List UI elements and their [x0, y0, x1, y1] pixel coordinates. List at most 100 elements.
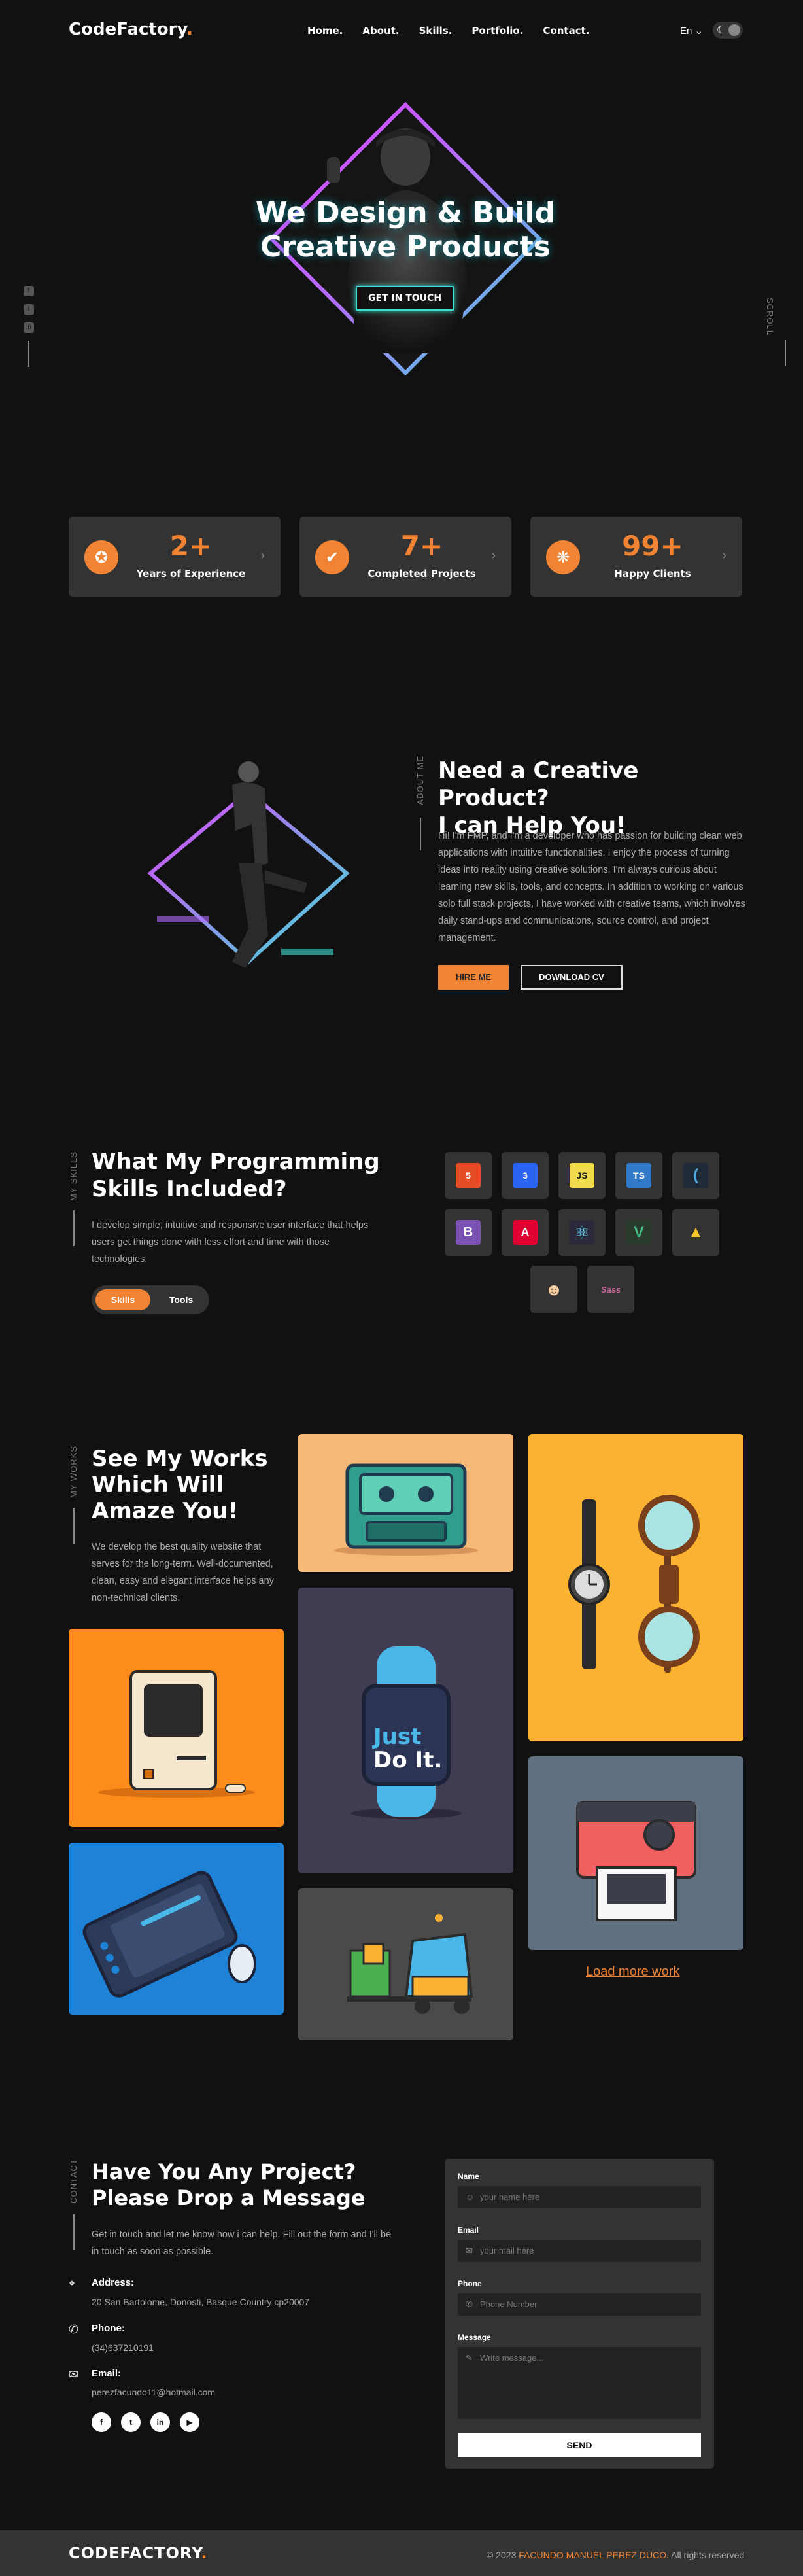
- works-title-line1: See My Works: [92, 1446, 268, 1472]
- bootstrap-icon: B: [456, 1220, 481, 1245]
- phone-value[interactable]: (34)637210191: [92, 2342, 154, 2353]
- footer-logo-dot: .: [201, 2544, 208, 2562]
- email-value[interactable]: perezfacundo11@hotmail.com: [92, 2387, 215, 2397]
- github-icon: ☻: [541, 1277, 566, 1302]
- watch-text-2: Do It.: [373, 1747, 443, 1773]
- name-input[interactable]: ☺ your name here: [458, 2186, 701, 2208]
- contact-side-line: [73, 2214, 75, 2250]
- facebook-icon[interactable]: f: [92, 2412, 111, 2432]
- work-card-cassette[interactable]: [298, 1434, 513, 1572]
- main-nav: Home. About. Skills. Portfolio. Contact.: [307, 25, 589, 37]
- footer-copyright: © 2023 FACUNDO MANUEL PEREZ DUCO. All ri…: [487, 2550, 744, 2560]
- hire-me-button[interactable]: HIRE ME: [438, 965, 509, 990]
- scroll-line: [785, 340, 786, 366]
- language-selector[interactable]: En ⌄: [680, 25, 703, 37]
- skill-firebase[interactable]: ▲: [672, 1209, 719, 1256]
- message-placeholder: Write message...: [480, 2353, 544, 2363]
- linkedin-icon[interactable]: in: [150, 2412, 170, 2432]
- about-portrait: [147, 761, 350, 968]
- work-card-smartwatch[interactable]: Just Do It.: [298, 1588, 513, 1873]
- typescript-icon: TS: [626, 1163, 651, 1188]
- contact-form: Name ☺ your name here Email ✉ your mail he…: [445, 2159, 714, 2469]
- skill-typescript[interactable]: TS: [615, 1152, 662, 1199]
- skill-vue[interactable]: V: [615, 1209, 662, 1256]
- work-card-computer[interactable]: [69, 1629, 284, 1827]
- angular-icon: A: [513, 1220, 538, 1245]
- trolley-illustration: [347, 1914, 473, 2014]
- phone-label: Phone:: [92, 2323, 125, 2334]
- linkedin-icon[interactable]: in: [24, 322, 34, 333]
- work-card-watch-glasses[interactable]: [528, 1434, 743, 1741]
- nav-contact[interactable]: Contact.: [543, 25, 589, 37]
- work-card-tablet[interactable]: [69, 1843, 284, 2015]
- work-card-trolley[interactable]: [298, 1888, 513, 2040]
- skill-html5[interactable]: 5: [445, 1152, 492, 1199]
- watch-text-1: Just: [373, 1724, 422, 1750]
- stat-label: Years of Experience: [136, 568, 246, 580]
- skill-bootstrap[interactable]: B: [445, 1209, 492, 1256]
- skills-description: I develop simple, intuitive and responsi…: [92, 1220, 369, 1264]
- message-textarea[interactable]: ✎ Write message...: [458, 2347, 701, 2419]
- contact-title-line2: Please Drop a Message: [92, 2185, 366, 2210]
- copyright-name[interactable]: FACUNDO MANUEL PEREZ DUCO.: [519, 2550, 669, 2560]
- work-card-camera[interactable]: [528, 1756, 743, 1950]
- works-description: We develop the best quality website that…: [92, 1542, 274, 1603]
- react-icon: ⚛: [570, 1220, 594, 1245]
- skill-css3[interactable]: 3: [502, 1152, 549, 1199]
- copyright-prefix: © 2023: [487, 2550, 517, 2560]
- about-side-label: ABOUT ME: [415, 756, 425, 805]
- email-label: Email:: [92, 2368, 122, 2379]
- copyright-suffix: All rights reserved: [671, 2550, 745, 2560]
- nav-skills[interactable]: Skills.: [419, 25, 453, 37]
- award-icon: ✪: [84, 540, 118, 574]
- download-cv-button[interactable]: DOWNLOAD CV: [521, 965, 623, 990]
- nav-portfolio[interactable]: Portfolio.: [471, 25, 523, 37]
- load-more-link[interactable]: Load more work: [586, 1964, 679, 1979]
- stat-card-experience[interactable]: ✪ 2+ Years of Experience ›: [69, 517, 281, 597]
- chevron-right-icon: ›: [260, 548, 265, 563]
- footer-logo[interactable]: CODEFACTORY.: [69, 2544, 208, 2562]
- scroll-indicator[interactable]: SCROLL: [765, 298, 775, 336]
- stat-label: Happy Clients: [614, 568, 691, 580]
- computer-illustration: [98, 1670, 255, 1798]
- skill-github[interactable]: ☻: [530, 1266, 577, 1313]
- stat-value: 7+: [400, 530, 443, 562]
- works-side-line: [73, 1508, 75, 1544]
- tab-skills[interactable]: Skills: [95, 1289, 150, 1310]
- email-input[interactable]: ✉ your mail here: [458, 2240, 701, 2262]
- stat-card-clients[interactable]: ❋ 99+ Happy Clients ›: [530, 517, 742, 597]
- facebook-icon[interactable]: f: [24, 286, 34, 296]
- skills-side-label: MY SKILLS: [69, 1151, 78, 1201]
- javascript-icon: JS: [570, 1163, 594, 1188]
- jquery-icon: (: [683, 1163, 708, 1188]
- skill-sass[interactable]: Sass: [587, 1266, 634, 1313]
- nav-home[interactable]: Home.: [307, 25, 343, 37]
- phone-icon: ✆: [466, 2299, 473, 2309]
- twitter-icon[interactable]: t: [24, 304, 34, 315]
- group-icon: ❋: [546, 540, 580, 574]
- footer-logo-text: CODEFACTORY: [69, 2544, 201, 2562]
- skill-angular[interactable]: A: [502, 1209, 549, 1256]
- youtube-icon[interactable]: ▶: [180, 2412, 199, 2432]
- works-title: See My Works Which Will Amaze You!: [92, 1446, 275, 1524]
- theme-toggle[interactable]: ☾: [713, 22, 743, 39]
- skill-react[interactable]: ⚛: [558, 1209, 606, 1256]
- stat-card-projects[interactable]: ✔ 7+ Completed Projects ›: [299, 517, 511, 597]
- contact-side-label: CONTACT: [69, 2159, 78, 2204]
- skills-tabs: Skills Tools: [92, 1285, 209, 1314]
- send-button[interactable]: SEND: [458, 2433, 701, 2457]
- phone-placeholder: Phone Number: [480, 2299, 538, 2309]
- contact-description: Get in touch and let me know how i can h…: [92, 2229, 392, 2257]
- skill-javascript[interactable]: JS: [558, 1152, 606, 1199]
- skill-jquery[interactable]: (: [672, 1152, 719, 1199]
- get-in-touch-button[interactable]: GET IN TOUCH: [356, 286, 454, 311]
- nav-about[interactable]: About.: [362, 25, 399, 37]
- toggle-knob: [728, 24, 740, 36]
- camera-illustration: [576, 1801, 696, 1921]
- tab-tools[interactable]: Tools: [157, 1289, 205, 1310]
- cassette-illustration: [334, 1463, 478, 1556]
- twitter-icon[interactable]: t: [121, 2412, 141, 2432]
- site-logo[interactable]: CodeFactory.: [69, 20, 193, 39]
- html5-icon: 5: [456, 1163, 481, 1188]
- phone-input[interactable]: ✆ Phone Number: [458, 2293, 701, 2316]
